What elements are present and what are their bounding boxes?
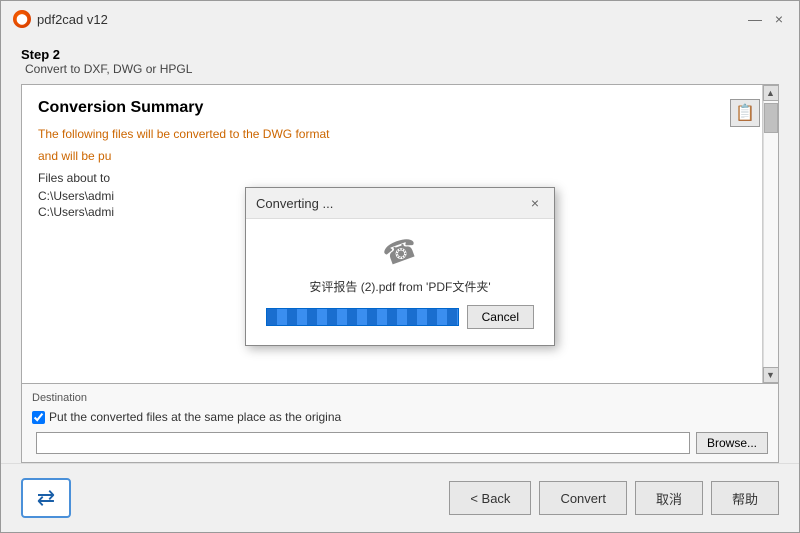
dialog-cancel-button[interactable]: Cancel bbox=[467, 305, 534, 329]
progress-bar-fill bbox=[267, 309, 458, 325]
converting-filename: 安评报告 (2).pdf from 'PDF文件夹' bbox=[309, 278, 490, 295]
dialog-body: ☎ 安评报告 (2).pdf from 'PDF文件夹' Cancel bbox=[246, 219, 554, 345]
dialog-overlay: Converting ... × ☎ 安评报告 (2).pdf from 'PD… bbox=[0, 0, 800, 533]
converting-dialog: Converting ... × ☎ 安评报告 (2).pdf from 'PD… bbox=[245, 187, 555, 346]
progress-bar-container bbox=[266, 308, 459, 326]
dialog-close-button[interactable]: × bbox=[526, 194, 544, 212]
progress-row: Cancel bbox=[266, 305, 534, 329]
dialog-titlebar: Converting ... × bbox=[246, 188, 554, 219]
dialog-title: Converting ... bbox=[256, 196, 333, 211]
spinner-icon: ☎ bbox=[378, 230, 422, 273]
